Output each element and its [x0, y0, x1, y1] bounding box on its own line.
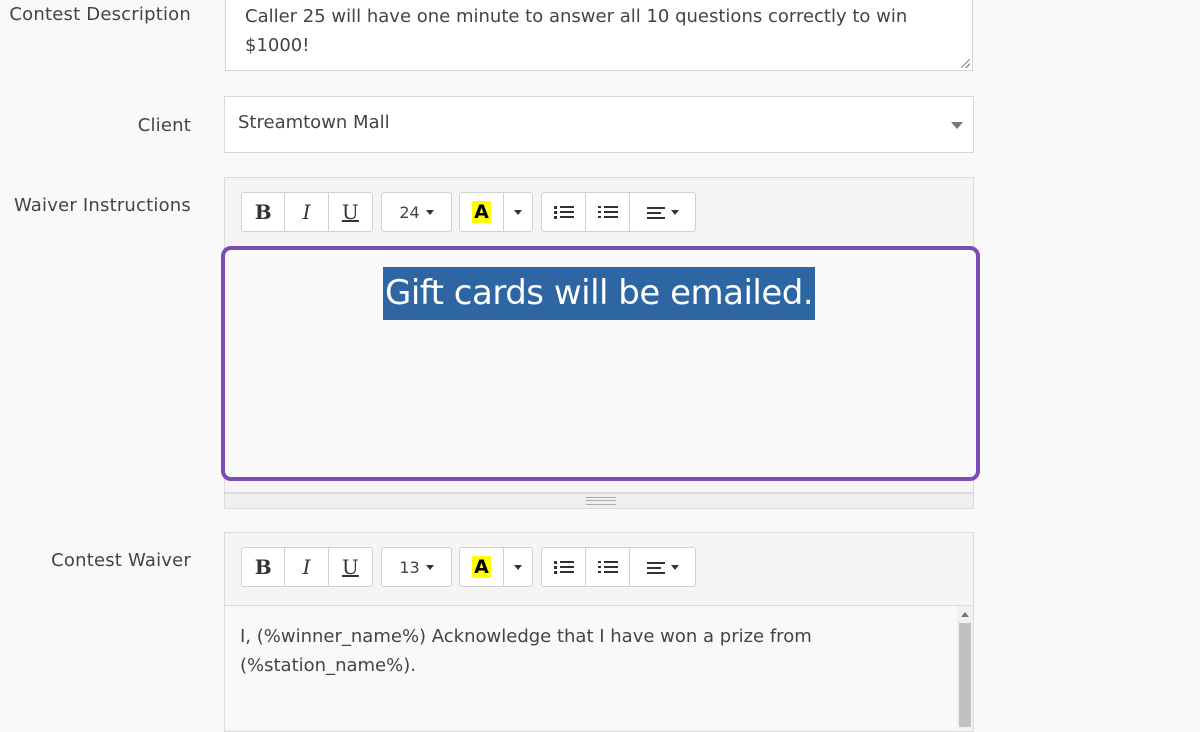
client-select[interactable]: Streamtown Mall — [224, 96, 974, 153]
bullet-list-icon — [553, 559, 574, 575]
color-dropdown-button[interactable] — [504, 193, 532, 231]
align-dropdown-button[interactable] — [630, 548, 695, 586]
editor-resize-bar[interactable] — [224, 493, 974, 509]
text-color-icon: A — [472, 201, 491, 223]
font-size-dropdown[interactable]: 24 — [382, 193, 451, 231]
font-size-value: 24 — [399, 202, 420, 222]
font-size-value: 13 — [399, 557, 420, 577]
caret-down-icon — [425, 564, 434, 570]
client-selected-value: Streamtown Mall — [238, 112, 390, 133]
caret-down-icon — [425, 209, 434, 215]
color-dropdown-button[interactable] — [504, 548, 532, 586]
bold-button[interactable]: B — [242, 548, 286, 586]
style-button-group: B I U — [241, 547, 373, 587]
contest-waiver-label: Contest Waiver — [51, 550, 191, 571]
unordered-list-button[interactable] — [542, 193, 586, 231]
caret-down-icon — [514, 564, 522, 570]
list-align-group — [541, 547, 696, 587]
style-button-group: B I U — [241, 192, 373, 232]
waiver-instructions-content[interactable]: Gift cards will be emailed. — [221, 246, 980, 481]
resize-grip-icon[interactable] — [961, 59, 970, 68]
contest-waiver-content[interactable]: I, (%winner_name%) Acknowledge that I ha… — [225, 605, 973, 729]
font-size-group: 13 — [381, 547, 452, 587]
align-left-icon — [646, 204, 665, 220]
client-label: Client — [137, 115, 191, 136]
caret-down-icon — [670, 564, 679, 570]
waiver-instructions-label: Waiver Instructions — [13, 195, 191, 216]
underline-button[interactable]: U — [329, 548, 372, 586]
vertical-scrollbar[interactable] — [957, 606, 973, 729]
align-left-icon — [646, 559, 665, 575]
italic-button[interactable]: I — [285, 193, 329, 231]
list-align-group — [541, 192, 696, 232]
color-group: A — [459, 547, 533, 587]
ordered-list-button[interactable] — [586, 193, 630, 231]
contest-waiver-text: I, (%winner_name%) Acknowledge that I ha… — [240, 626, 812, 676]
contest-description-label: Contest Description — [9, 4, 191, 25]
bullet-list-icon — [553, 204, 574, 220]
resize-handle-icon — [586, 497, 616, 505]
italic-button[interactable]: I — [285, 548, 329, 586]
chevron-down-icon — [951, 122, 963, 129]
numbered-list-icon — [597, 204, 618, 220]
font-size-group: 24 — [381, 192, 452, 232]
scrollbar-thumb[interactable] — [959, 623, 971, 727]
font-size-dropdown[interactable]: 13 — [382, 548, 451, 586]
bold-button[interactable]: B — [242, 193, 286, 231]
text-color-button[interactable]: A — [460, 193, 504, 231]
caret-down-icon — [670, 209, 679, 215]
text-color-icon: A — [472, 556, 491, 578]
unordered-list-button[interactable] — [542, 548, 586, 586]
contest-description-text: Caller 25 will have one minute to answer… — [245, 6, 908, 56]
caret-down-icon — [514, 209, 522, 215]
scroll-up-icon[interactable] — [961, 612, 969, 617]
selected-text: Gift cards will be emailed. — [383, 267, 816, 320]
ordered-list-button[interactable] — [586, 548, 630, 586]
text-color-button[interactable]: A — [460, 548, 504, 586]
contest-description-textarea[interactable]: Caller 25 will have one minute to answer… — [225, 0, 973, 71]
align-dropdown-button[interactable] — [630, 193, 695, 231]
color-group: A — [459, 192, 533, 232]
underline-button[interactable]: U — [329, 193, 372, 231]
numbered-list-icon — [597, 559, 618, 575]
